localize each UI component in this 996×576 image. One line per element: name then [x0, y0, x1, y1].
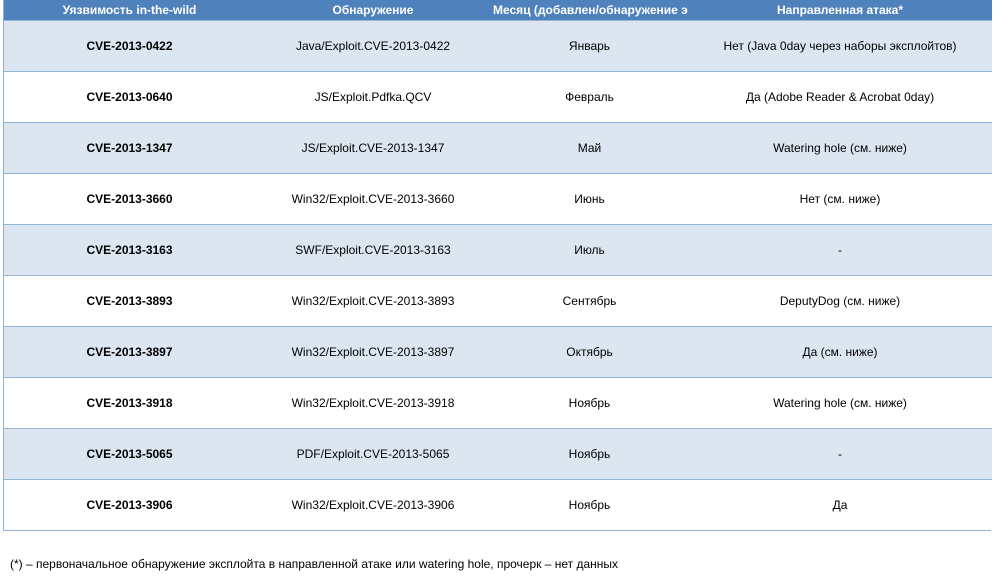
- cell-month: Ноябрь: [491, 479, 688, 530]
- header-vulnerability: Уязвимость in-the-wild: [4, 0, 255, 21]
- cell-cve: CVE-2013-3163: [4, 224, 255, 276]
- cell-targeted-attack: Да (Adobe Reader & Acrobat 0day): [688, 71, 992, 123]
- vulnerability-table-container: Уязвимость in-the-wild Обнаружение Месяц…: [3, 0, 992, 531]
- table-row: CVE-2013-3163 SWF/Exploit.CVE-2013-3163 …: [4, 224, 992, 276]
- cell-detection: JS/Exploit.Pdfka.QCV: [255, 71, 491, 123]
- cell-cve: CVE-2013-0640: [4, 71, 255, 123]
- cell-targeted-attack: -: [688, 224, 992, 276]
- cell-detection: Win32/Exploit.CVE-2013-3918: [255, 377, 491, 429]
- cell-month: Февраль: [491, 71, 688, 123]
- cell-month: Июнь: [491, 173, 688, 225]
- cell-month: Январь: [491, 20, 688, 72]
- cell-targeted-attack: Да: [688, 479, 992, 530]
- cell-cve: CVE-2013-3897: [4, 326, 255, 378]
- cell-detection: Java/Exploit.CVE-2013-0422: [255, 20, 491, 72]
- header-month: Месяц (добавлен/обнаружение эксплуатации…: [491, 0, 688, 21]
- cell-month: Октябрь: [491, 326, 688, 378]
- cell-month: Июль: [491, 224, 688, 276]
- cell-targeted-attack: Watering hole (см. ниже): [688, 377, 992, 429]
- cell-cve: CVE-2013-0422: [4, 20, 255, 72]
- cell-detection: PDF/Exploit.CVE-2013-5065: [255, 428, 491, 480]
- cell-cve: CVE-2013-3906: [4, 479, 255, 530]
- cell-cve: CVE-2013-3660: [4, 173, 255, 225]
- table-row: CVE-2013-0422 Java/Exploit.CVE-2013-0422…: [4, 20, 992, 72]
- table-header-row: Уязвимость in-the-wild Обнаружение Месяц…: [4, 0, 992, 21]
- header-detection: Обнаружение: [255, 0, 491, 21]
- cell-month: Май: [491, 122, 688, 174]
- cell-cve: CVE-2013-1347: [4, 122, 255, 174]
- cell-cve: CVE-2013-5065: [4, 428, 255, 480]
- table-row: CVE-2013-5065 PDF/Exploit.CVE-2013-5065 …: [4, 428, 992, 480]
- table-row: CVE-2013-3918 Win32/Exploit.CVE-2013-391…: [4, 377, 992, 429]
- cell-detection: SWF/Exploit.CVE-2013-3163: [255, 224, 491, 276]
- cell-detection: JS/Exploit.CVE-2013-1347: [255, 122, 491, 174]
- cell-month: Сентябрь: [491, 275, 688, 327]
- cell-detection: Win32/Exploit.CVE-2013-3906: [255, 479, 491, 530]
- cell-detection: Win32/Exploit.CVE-2013-3897: [255, 326, 491, 378]
- cell-targeted-attack: -: [688, 428, 992, 480]
- cell-month: Ноябрь: [491, 428, 688, 480]
- cell-cve: CVE-2013-3893: [4, 275, 255, 327]
- cell-targeted-attack: Watering hole (см. ниже): [688, 122, 992, 174]
- cell-cve: CVE-2013-3918: [4, 377, 255, 429]
- footnote: (*) – первоначальное обнаружение эксплой…: [10, 557, 619, 571]
- table-row: CVE-2013-3660 Win32/Exploit.CVE-2013-366…: [4, 173, 992, 225]
- cell-targeted-attack: Нет (см. ниже): [688, 173, 992, 225]
- table-row: CVE-2013-3897 Win32/Exploit.CVE-2013-389…: [4, 326, 992, 378]
- cell-month: Ноябрь: [491, 377, 688, 429]
- table-row: CVE-2013-1347 JS/Exploit.CVE-2013-1347 М…: [4, 122, 992, 174]
- cell-targeted-attack: Нет (Java 0day через наборы эксплойтов): [688, 20, 992, 72]
- table-row: CVE-2013-3893 Win32/Exploit.CVE-2013-389…: [4, 275, 992, 327]
- vulnerability-table: Уязвимость in-the-wild Обнаружение Месяц…: [4, 0, 992, 530]
- header-targeted-attack: Направленная атака*: [688, 0, 992, 21]
- cell-targeted-attack: Да (см. ниже): [688, 326, 992, 378]
- table-row: CVE-2013-3906 Win32/Exploit.CVE-2013-390…: [4, 479, 992, 530]
- cell-detection: Win32/Exploit.CVE-2013-3893: [255, 275, 491, 327]
- table-row: CVE-2013-0640 JS/Exploit.Pdfka.QCV Февра…: [4, 71, 992, 123]
- cell-detection: Win32/Exploit.CVE-2013-3660: [255, 173, 491, 225]
- cell-targeted-attack: DeputyDog (см. ниже): [688, 275, 992, 327]
